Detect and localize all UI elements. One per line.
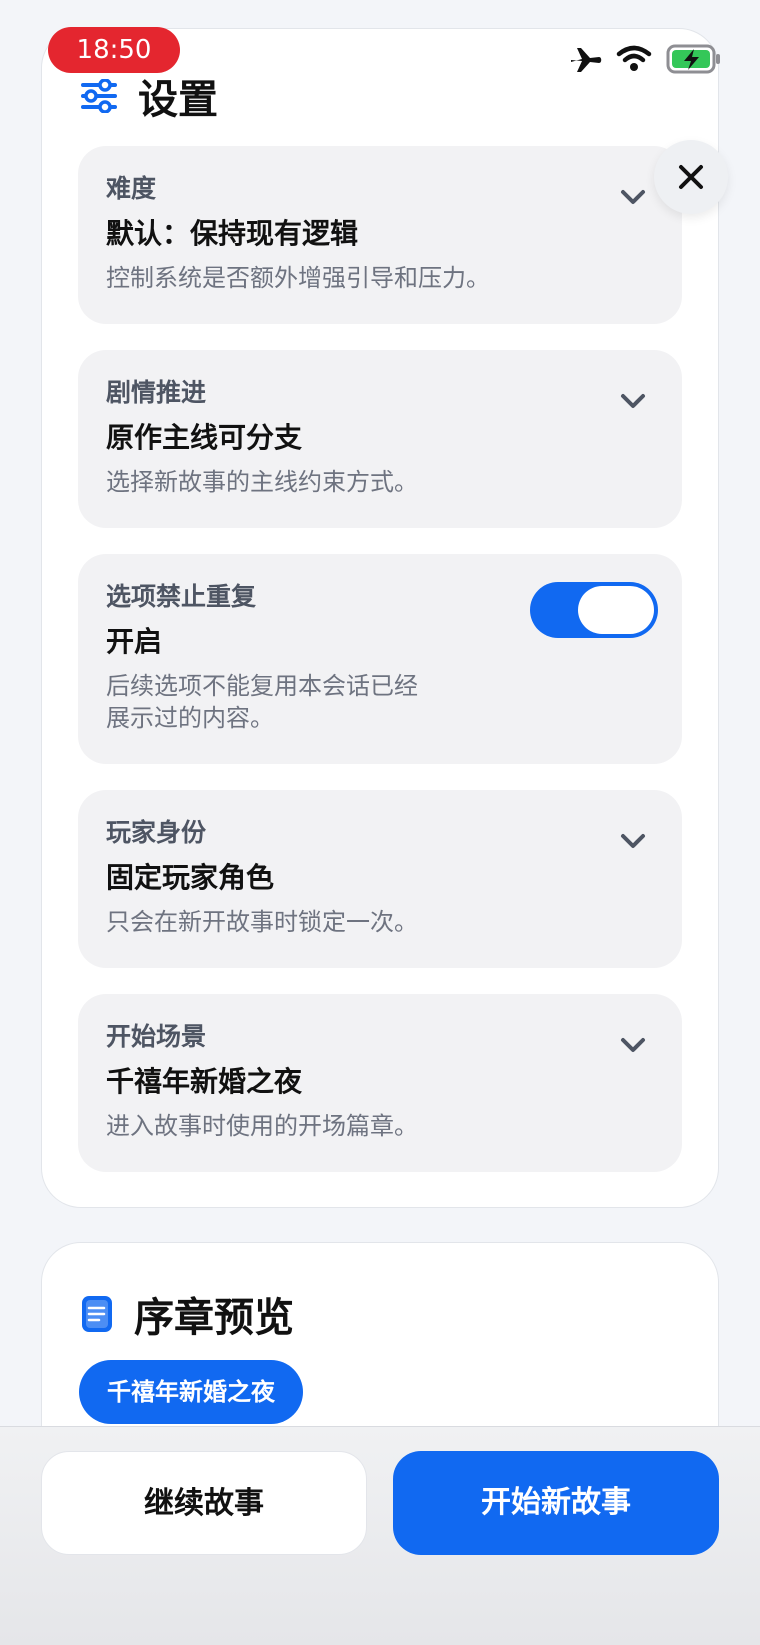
chapter-chip[interactable]: 千禧年新婚之夜 — [79, 1360, 303, 1424]
battery-charging-icon — [666, 44, 720, 74]
document-icon — [82, 1296, 112, 1332]
option-label: 开始场景 — [106, 1022, 207, 1051]
option-value: 固定玩家角色 — [106, 861, 275, 894]
close-icon — [679, 165, 703, 189]
plot-progression-dropdown[interactable]: 剧情推进 原作主线可分支 选择新故事的主线约束方式。 — [78, 350, 682, 528]
continue-story-button[interactable]: 继续故事 — [41, 1451, 367, 1555]
option-description: 进入故事时使用的开场篇章。 — [106, 1112, 418, 1140]
option-description-line: 展示过的内容。 — [106, 704, 274, 732]
sliders-icon — [81, 79, 117, 113]
option-description: 选择新故事的主线约束方式。 — [106, 468, 418, 496]
preview-title: 序章预览 — [134, 1295, 294, 1341]
option-description: 只会在新开故事时锁定一次。 — [106, 908, 418, 936]
toggle-knob — [578, 586, 654, 634]
option-value: 千禧年新婚之夜 — [106, 1065, 303, 1098]
start-scene-dropdown[interactable]: 开始场景 千禧年新婚之夜 进入故事时使用的开场篇章。 — [78, 994, 682, 1172]
difficulty-dropdown[interactable]: 难度 默认：保持现有逻辑 控制系统是否额外增强引导和压力。 — [78, 146, 682, 324]
option-label: 剧情推进 — [106, 378, 207, 407]
option-value: 默认：保持现有逻辑 — [106, 217, 359, 250]
chevron-down-icon — [621, 834, 645, 848]
option-label: 玩家身份 — [106, 818, 207, 847]
bottom-action-bar: 继续故事 开始新故事 — [0, 1426, 760, 1645]
status-time: 18:50 — [48, 27, 180, 73]
chevron-down-icon — [621, 394, 645, 408]
no-repeat-toggle[interactable] — [530, 582, 658, 638]
player-identity-dropdown[interactable]: 玩家身份 固定玩家角色 只会在新开故事时锁定一次。 — [78, 790, 682, 968]
no-repeat-option: 选项禁止重复 开启 后续选项不能复用本会话已经 展示过的内容。 — [78, 554, 682, 764]
wifi-icon — [616, 45, 652, 71]
chevron-down-icon — [621, 190, 645, 204]
option-description-line: 后续选项不能复用本会话已经 — [106, 672, 418, 700]
option-value: 原作主线可分支 — [106, 421, 303, 454]
chevron-down-icon — [621, 1038, 645, 1052]
option-label: 难度 — [106, 174, 157, 203]
new-story-button[interactable]: 开始新故事 — [393, 1451, 719, 1555]
preview-header: 序章预览 — [80, 1285, 294, 1343]
close-button[interactable] — [654, 140, 728, 214]
airplane-icon — [571, 48, 602, 72]
option-description: 后续选项不能复用本会话已经 展示过的内容。 — [106, 670, 654, 734]
option-description: 控制系统是否额外增强引导和压力。 — [106, 264, 490, 292]
status-bar: 18:50 — [0, 0, 760, 80]
